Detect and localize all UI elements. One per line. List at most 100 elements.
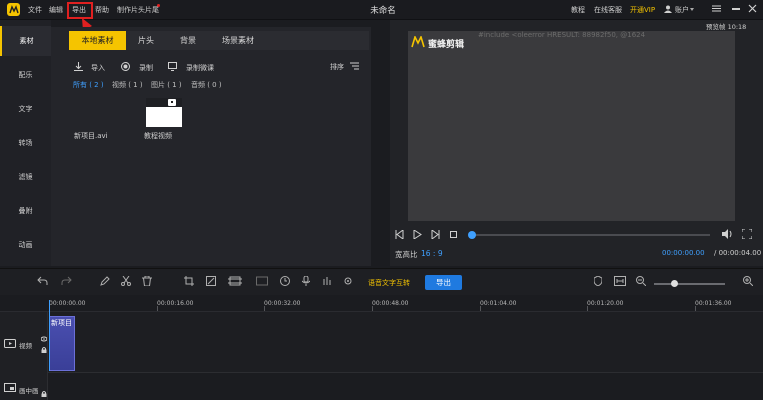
import-button[interactable]: 导入 — [91, 63, 105, 73]
support-link[interactable]: 在线客服 — [594, 5, 622, 15]
new-badge-dot — [157, 4, 160, 7]
ruler-tick — [695, 306, 696, 311]
ruler-label: 00:01:36.00 — [695, 300, 732, 307]
tab-scene-material[interactable]: 场景素材 — [213, 31, 263, 50]
stop-icon[interactable] — [450, 231, 457, 238]
settings-icon[interactable] — [343, 276, 353, 286]
video-track-icon — [4, 339, 16, 348]
menu-help[interactable]: 帮助 — [95, 5, 109, 15]
minimize-icon[interactable] — [732, 8, 740, 10]
volume-icon[interactable] — [722, 229, 733, 239]
screen-record-icon[interactable] — [168, 62, 177, 71]
redo-icon[interactable] — [61, 276, 72, 286]
fit-timeline-icon[interactable] — [614, 276, 626, 286]
record-button[interactable]: 录制 — [139, 63, 153, 73]
vip-link[interactable]: 开通VIP — [630, 5, 655, 15]
menu-file[interactable]: 文件 — [28, 5, 42, 15]
caption-icon[interactable] — [256, 276, 268, 286]
export-button[interactable]: 导出 — [425, 275, 462, 290]
filter-all[interactable]: 所有 ( 2 ) — [73, 80, 104, 90]
error-text: #include <oleerror HRESULT: 88982f50, @1… — [478, 31, 646, 39]
video-track[interactable] — [48, 312, 763, 373]
eye-icon[interactable] — [41, 336, 47, 342]
nav-material[interactable]: 素材 — [0, 26, 51, 56]
preview-screen — [408, 31, 735, 221]
playback-handle[interactable] — [468, 231, 476, 239]
media-thumb[interactable] — [146, 98, 182, 127]
playhead[interactable] — [49, 300, 50, 371]
nav-filter[interactable]: 滤镜 — [0, 162, 51, 192]
import-icon[interactable] — [74, 62, 83, 71]
record-icon[interactable] — [121, 62, 130, 71]
video-track-label: 视频 — [19, 342, 32, 350]
playback-progress[interactable] — [471, 234, 710, 236]
zoom-slider-handle[interactable] — [671, 280, 678, 287]
clock-icon[interactable] — [280, 276, 290, 286]
ruler-tick — [480, 306, 481, 311]
tab-local-material[interactable]: 本地素材 — [69, 31, 126, 50]
left-nav: 素材 配乐 文字 转场 滤镜 叠附 动画 — [0, 20, 51, 266]
tab-background[interactable]: 背景 — [173, 31, 203, 50]
filter-image[interactable]: 图片 ( 1 ) — [151, 80, 182, 90]
freeze-frame-icon[interactable] — [228, 276, 242, 286]
sort-icon[interactable] — [350, 62, 359, 70]
microphone-icon[interactable] — [302, 276, 310, 286]
trash-icon[interactable] — [142, 276, 152, 286]
pip-track-icon — [4, 383, 16, 392]
audio-detach-icon[interactable] — [322, 276, 332, 286]
ruler-label: 00:01:20.00 — [587, 300, 624, 307]
ruler-label: 00:00:32.00 — [264, 300, 301, 307]
ruler-tick — [587, 306, 588, 311]
tab-intro[interactable]: 片头 — [131, 31, 161, 50]
media-tabs: 本地素材 片头 背景 场景素材 — [69, 31, 369, 50]
timeline-ruler[interactable]: 00:00:00.00 00:00:16.00 00:00:32.00 00:0… — [0, 295, 763, 312]
crop-icon[interactable] — [184, 276, 194, 286]
tutorial-link[interactable]: 教程 — [571, 5, 585, 15]
chevron-down-icon[interactable] — [690, 8, 694, 11]
nav-overlay[interactable]: 叠附 — [0, 196, 51, 226]
total-time: / 00:00:04.00 — [714, 249, 762, 257]
lock-icon[interactable] — [41, 391, 47, 397]
preview-timestamp: 预览帧 10:18 — [706, 23, 747, 31]
play-icon[interactable] — [413, 230, 422, 239]
undo-icon[interactable] — [37, 276, 48, 286]
menu-icon[interactable] — [712, 4, 721, 13]
watermark-text: 蜜蜂剪辑 — [428, 40, 465, 50]
window-title: 未命名 — [370, 6, 396, 16]
bee-logo-icon — [411, 36, 425, 48]
shield-icon[interactable] — [594, 276, 602, 286]
zoom-in-icon[interactable] — [743, 276, 753, 286]
filter-video[interactable]: 视频 ( 1 ) — [112, 80, 143, 90]
aspect-ratio-select[interactable]: 16 : 9 — [421, 249, 443, 258]
filter-audio[interactable]: 音频 ( 0 ) — [191, 80, 222, 90]
ruler-tick — [372, 306, 373, 311]
scissors-icon[interactable] — [121, 276, 131, 286]
prev-frame-icon[interactable] — [395, 230, 404, 239]
nav-music[interactable]: 配乐 — [0, 60, 51, 90]
lock-icon[interactable] — [41, 347, 47, 353]
zoom-slider[interactable] — [654, 283, 725, 285]
nav-animation[interactable]: 动画 — [0, 230, 51, 260]
ruler-label: 00:00:16.00 — [157, 300, 194, 307]
ruler-label: 00:00:00.00 — [49, 300, 86, 307]
ruler-label: 00:01:04.00 — [480, 300, 517, 307]
record-course-button[interactable]: 录制微课 — [186, 63, 214, 73]
zoom-out-icon[interactable] — [636, 276, 646, 286]
nav-transition[interactable]: 转场 — [0, 128, 51, 158]
mosaic-icon[interactable] — [206, 276, 216, 286]
account-link[interactable]: 账户 — [675, 5, 689, 15]
media-item-label: 新项目.avi — [74, 132, 108, 140]
voice-to-text-button[interactable]: 语音文字互转 — [368, 278, 410, 288]
close-icon[interactable] — [748, 4, 757, 13]
current-time: 00:00:00.00 — [662, 249, 705, 257]
menu-edit[interactable]: 编辑 — [49, 5, 63, 15]
media-thumb[interactable] — [72, 98, 112, 127]
pencil-icon[interactable] — [100, 276, 110, 286]
nav-text[interactable]: 文字 — [0, 94, 51, 124]
user-icon — [664, 5, 672, 13]
ruler-tick — [264, 306, 265, 311]
next-frame-icon[interactable] — [431, 230, 440, 239]
sort-label[interactable]: 排序 — [330, 62, 344, 72]
menu-intro-outro[interactable]: 制作片头片尾 — [117, 5, 159, 15]
fullscreen-icon[interactable] — [742, 229, 752, 239]
